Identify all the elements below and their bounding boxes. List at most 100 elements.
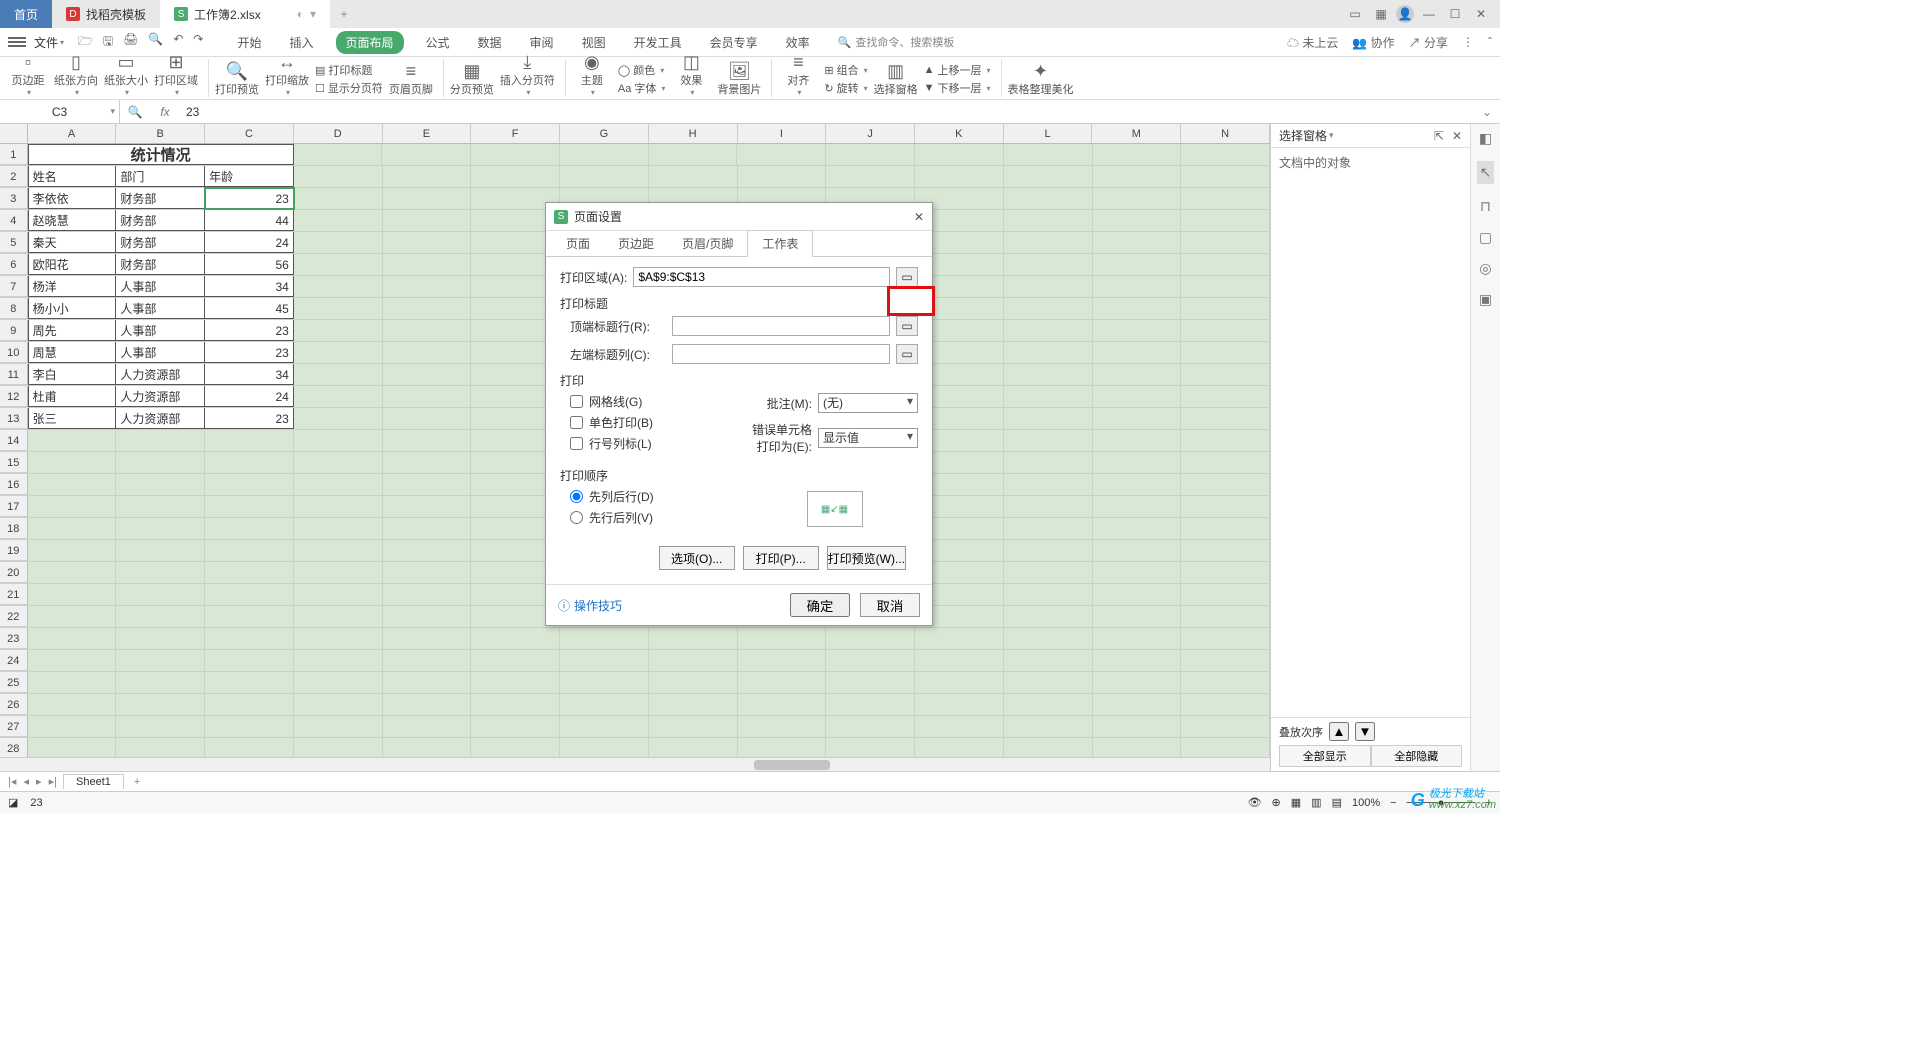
data-cell[interactable]: 李依依: [28, 188, 117, 209]
align-button[interactable]: ≡对齐: [778, 52, 818, 97]
printarea-button[interactable]: ⊞打印区域: [154, 52, 198, 97]
tab-workbook[interactable]: S 工作簿2.xlsx ◐ ▾: [160, 0, 330, 28]
row-header[interactable]: 2: [0, 166, 28, 187]
select-pane-button[interactable]: ▥选择窗格: [874, 61, 918, 97]
tab-insert[interactable]: 插入: [283, 32, 319, 53]
tab-menu-icon[interactable]: ▾: [310, 7, 316, 21]
preview-icon[interactable]: 🔍: [148, 32, 163, 53]
data-cell[interactable]: 23: [205, 188, 294, 209]
zoom-in-icon[interactable]: +: [1486, 797, 1492, 809]
tips-link[interactable]: ⓘ 操作技巧: [558, 597, 622, 614]
header-cell[interactable]: 姓名: [28, 166, 117, 187]
cloud-status[interactable]: ☁ 未上云: [1287, 34, 1338, 51]
data-cell[interactable]: 23: [205, 342, 294, 363]
data-cell[interactable]: 24: [205, 386, 294, 407]
row-header[interactable]: 7: [0, 276, 28, 297]
formula-expand-icon[interactable]: ⌄: [1482, 105, 1500, 119]
print-area-ref-icon[interactable]: ▭: [896, 267, 918, 287]
header-cell[interactable]: 年龄: [205, 166, 294, 187]
col-header[interactable]: D: [294, 124, 383, 143]
name-box[interactable]: C3: [0, 100, 120, 123]
menu-toggle-icon[interactable]: [8, 37, 26, 47]
data-cell[interactable]: 44: [205, 210, 294, 231]
data-cell[interactable]: 李白: [28, 364, 117, 385]
data-cell[interactable]: 45: [205, 298, 294, 319]
more-icon[interactable]: ⋮: [1462, 35, 1474, 49]
rail-icon-6[interactable]: ▣: [1479, 291, 1492, 308]
row-header[interactable]: 5: [0, 232, 28, 253]
layout-icon[interactable]: ▭: [1344, 3, 1366, 25]
data-cell[interactable]: 34: [205, 276, 294, 297]
view-icon-1[interactable]: 👁: [1248, 796, 1262, 809]
comments-combo[interactable]: (无): [818, 393, 918, 413]
col-header[interactable]: N: [1181, 124, 1270, 143]
cancel-button[interactable]: 取消: [860, 593, 920, 617]
col-header[interactable]: K: [915, 124, 1004, 143]
gridlines-checkbox[interactable]: 网格线(G): [570, 393, 737, 410]
data-cell[interactable]: 人事部: [116, 298, 205, 319]
row-header[interactable]: 9: [0, 320, 28, 341]
tab-page-layout[interactable]: 页面布局: [336, 31, 404, 54]
data-cell[interactable]: 秦天: [28, 232, 117, 253]
bg-button[interactable]: 🖼背景图片: [717, 61, 761, 97]
sheet-prev-icon[interactable]: ◂: [21, 776, 31, 788]
papersize-button[interactable]: ▭纸张大小: [104, 52, 148, 97]
close-panel-icon[interactable]: ✕: [1452, 129, 1462, 143]
row-header[interactable]: 19: [0, 540, 28, 561]
zoom-slider[interactable]: ────●────: [1407, 797, 1476, 809]
dialog-tab-hf[interactable]: 页眉/页脚: [668, 231, 747, 256]
status-icon[interactable]: ◪: [8, 796, 18, 809]
beautify-button[interactable]: ✦表格整理美化: [1008, 61, 1074, 97]
row-header[interactable]: 22: [0, 606, 28, 627]
dialog-tab-margins[interactable]: 页边距: [604, 231, 668, 256]
order-across-radio[interactable]: 先行后列(V): [570, 509, 737, 526]
hide-all-button[interactable]: 全部隐藏: [1371, 745, 1463, 767]
col-header[interactable]: H: [649, 124, 738, 143]
collaborate-button[interactable]: 👥 协作: [1352, 34, 1394, 51]
row-header[interactable]: 18: [0, 518, 28, 539]
print-scale-button[interactable]: ↔打印缩放: [265, 52, 309, 97]
break-preview-button[interactable]: ▦分页预览: [450, 61, 494, 97]
insert-break-button[interactable]: ⤓插入分页符: [500, 52, 555, 97]
sheet-tab[interactable]: Sheet1: [63, 774, 124, 789]
tab-template[interactable]: D 找稻壳模板: [52, 0, 160, 28]
rotate-button[interactable]: ↻ 旋转: [824, 79, 867, 97]
theme-button[interactable]: ◉主题: [572, 52, 612, 97]
fx-icon[interactable]: 🔍: [120, 105, 150, 119]
col-header[interactable]: L: [1004, 124, 1093, 143]
data-cell[interactable]: 人力资源部: [116, 386, 205, 407]
view-icon-2[interactable]: ⊕: [1272, 796, 1281, 809]
dialog-title-bar[interactable]: S 页面设置 ✕: [546, 203, 932, 231]
col-header[interactable]: M: [1092, 124, 1181, 143]
row-header[interactable]: 4: [0, 210, 28, 231]
margins-button[interactable]: ▫页边距: [8, 52, 48, 97]
file-menu[interactable]: 文件▾: [34, 34, 64, 51]
show-breaks-checkbox[interactable]: ☐ 显示分页符: [315, 79, 383, 97]
data-cell[interactable]: 杜甫: [28, 386, 117, 407]
dialog-tab-sheet[interactable]: 工作表: [747, 230, 813, 257]
top-rows-input[interactable]: [672, 316, 890, 336]
data-cell[interactable]: 财务部: [116, 210, 205, 231]
data-cell[interactable]: 人事部: [116, 320, 205, 341]
data-cell[interactable]: 人力资源部: [116, 364, 205, 385]
row-header[interactable]: 23: [0, 628, 28, 649]
avatar-icon[interactable]: 👤: [1396, 5, 1414, 23]
top-rows-ref-icon[interactable]: ▭: [896, 316, 918, 336]
row-header[interactable]: 26: [0, 694, 28, 715]
row-header[interactable]: 27: [0, 716, 28, 737]
undo-icon[interactable]: ↶: [173, 32, 183, 53]
data-cell[interactable]: 24: [205, 232, 294, 253]
maximize-icon[interactable]: ☐: [1444, 3, 1466, 25]
group-button[interactable]: ⊞ 组合: [824, 61, 867, 79]
dialog-close-icon[interactable]: ✕: [914, 210, 924, 224]
ok-button[interactable]: 确定: [790, 593, 850, 617]
rail-icon-1[interactable]: ◧: [1479, 130, 1492, 147]
row-header[interactable]: 21: [0, 584, 28, 605]
rail-icon-5[interactable]: ◎: [1479, 260, 1491, 277]
redo-icon[interactable]: ↷: [193, 32, 203, 53]
bw-checkbox[interactable]: 单色打印(B): [570, 414, 737, 431]
dialog-tab-page[interactable]: 页面: [552, 231, 604, 256]
save-icon[interactable]: 🖫: [103, 32, 113, 53]
orientation-button[interactable]: ▯纸张方向: [54, 52, 98, 97]
print-button[interactable]: 打印(P)...: [743, 546, 819, 570]
